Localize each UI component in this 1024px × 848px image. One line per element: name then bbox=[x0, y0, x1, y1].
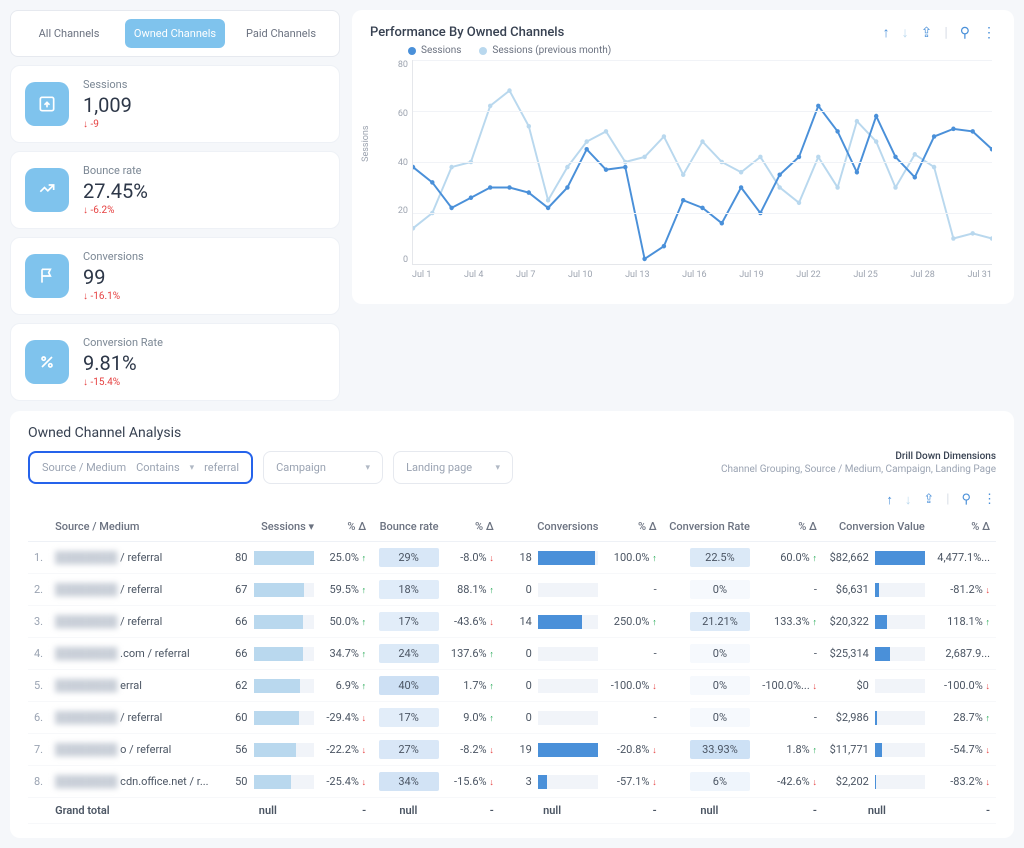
chevron-down-icon: ▾ bbox=[496, 463, 501, 473]
metric-conversion-rate[interactable]: Conversion Rate 9.81% ↓ -15.4% bbox=[10, 323, 340, 401]
filter-icon[interactable]: ⚲ bbox=[961, 492, 971, 508]
table-row[interactable]: 1. ████████ / referral 80 25.0% ↑ 29% -8… bbox=[28, 542, 996, 574]
tab-all-channels[interactable]: All Channels bbox=[19, 19, 119, 48]
table-row[interactable]: 3. ████████ / referral 66 50.0% ↑ 17% -4… bbox=[28, 606, 996, 638]
bounce-label: Bounce rate bbox=[83, 164, 148, 177]
col-source[interactable]: Source / Medium bbox=[49, 512, 215, 542]
table-actions: ↑ ↓ ⇪ | ⚲ ⋮ bbox=[28, 492, 996, 508]
col-delta3[interactable]: % Δ bbox=[604, 512, 662, 542]
export-icon[interactable]: ⇪ bbox=[923, 492, 934, 508]
sort-asc-icon[interactable]: ↑ bbox=[886, 492, 893, 508]
chart-legend: Sessions Sessions (previous month) bbox=[408, 45, 996, 56]
drill-down-info: Drill Down Dimensions Channel Grouping, … bbox=[721, 451, 996, 475]
channel-tabs: All Channels Owned Channels Paid Channel… bbox=[10, 10, 340, 57]
more-icon[interactable]: ⋮ bbox=[983, 492, 996, 508]
table-header-row: Source / Medium Sessions ▾ % Δ Bounce ra… bbox=[28, 512, 996, 542]
col-sessions[interactable]: Sessions ▾ bbox=[216, 512, 321, 542]
bounce-delta: ↓ -6.2% bbox=[83, 205, 148, 216]
filter-campaign[interactable]: Campaign▾ bbox=[263, 451, 383, 484]
chart-actions: ↑ ↓ ⇪ | ⚲ ⋮ bbox=[883, 24, 996, 41]
table-row[interactable]: 2. ████████ / referral 67 59.5% ↑ 18% 88… bbox=[28, 574, 996, 606]
conv-label: Conversions bbox=[83, 250, 144, 263]
analysis-table: Source / Medium Sessions ▾ % Δ Bounce ra… bbox=[28, 512, 996, 824]
table-row[interactable]: 5. ████████ erral 62 6.9% ↑ 40% 1.7% ↑ 0… bbox=[28, 670, 996, 702]
rate-delta: ↓ -15.4% bbox=[83, 377, 163, 388]
metric-conversions[interactable]: Conversions 99 ↓ -16.1% bbox=[10, 237, 340, 315]
filter-icon[interactable]: ⚲ bbox=[960, 25, 970, 41]
sort-asc-icon[interactable]: ↑ bbox=[883, 24, 890, 41]
percent-icon bbox=[25, 340, 69, 384]
metric-sessions[interactable]: Sessions 1,009 ↓ -9 bbox=[10, 65, 340, 143]
rate-value: 9.81% bbox=[83, 351, 163, 375]
conv-delta: ↓ -16.1% bbox=[83, 291, 144, 302]
tab-paid-channels[interactable]: Paid Channels bbox=[231, 19, 331, 48]
performance-chart-card: Performance By Owned Channels ↑ ↓ ⇪ | ⚲ … bbox=[352, 10, 1014, 304]
col-delta4[interactable]: % Δ bbox=[756, 512, 823, 542]
grand-total-row: Grand total null - null - null - null - … bbox=[28, 798, 996, 824]
filter-landing-page[interactable]: Landing page▾ bbox=[393, 451, 513, 484]
tab-owned-channels[interactable]: Owned Channels bbox=[125, 19, 225, 48]
table-row[interactable]: 7. ████████ o / referral 56 -22.2% ↓ 27%… bbox=[28, 734, 996, 766]
rate-label: Conversion Rate bbox=[83, 336, 163, 349]
bounce-value: 27.45% bbox=[83, 179, 148, 203]
col-delta2[interactable]: % Δ bbox=[445, 512, 500, 542]
table-row[interactable]: 4. ████████ .com / referral 66 34.7% ↑ 2… bbox=[28, 638, 996, 670]
table-row[interactable]: 8. ████████ cdn.office.net / r... 50 -25… bbox=[28, 766, 996, 798]
sessions-delta: ↓ -9 bbox=[83, 119, 132, 130]
owned-channel-analysis: Owned Channel Analysis Source / Medium C… bbox=[10, 411, 1014, 838]
col-delta1[interactable]: % Δ bbox=[320, 512, 372, 542]
chevron-down-icon: ▾ bbox=[190, 463, 195, 473]
sessions-value: 1,009 bbox=[83, 93, 132, 117]
col-delta5[interactable]: % Δ bbox=[931, 512, 996, 542]
chevron-down-icon: ▾ bbox=[366, 463, 371, 473]
table-row[interactable]: 6. ████████ / referral 60 -29.4% ↓ 17% 9… bbox=[28, 702, 996, 734]
more-icon[interactable]: ⋮ bbox=[982, 25, 996, 41]
sessions-label: Sessions bbox=[83, 78, 132, 91]
sessions-icon bbox=[25, 82, 69, 126]
flag-icon bbox=[25, 254, 69, 298]
col-bounce[interactable]: Bounce rate bbox=[372, 512, 444, 542]
bounce-icon bbox=[25, 168, 69, 212]
y-axis: 806040200 bbox=[390, 60, 408, 265]
export-icon[interactable]: ⇪ bbox=[921, 25, 933, 41]
y-axis-label: Sessions bbox=[361, 125, 371, 161]
filter-source-medium[interactable]: Source / Medium Contains ▾ referral bbox=[28, 451, 253, 484]
col-rate[interactable]: Conversion Rate bbox=[663, 512, 756, 542]
chart-area: Sessions 806040200 Jul 1Jul 4Jul 7Jul 10… bbox=[370, 60, 996, 290]
x-axis: Jul 1Jul 4Jul 7Jul 10Jul 13Jul 16Jul 19J… bbox=[412, 270, 992, 290]
analysis-title: Owned Channel Analysis bbox=[28, 425, 996, 441]
sort-desc-icon[interactable]: ↓ bbox=[905, 492, 912, 508]
sort-desc-icon[interactable]: ↓ bbox=[902, 24, 909, 41]
chart-title: Performance By Owned Channels bbox=[370, 25, 564, 40]
conv-value: 99 bbox=[83, 265, 144, 289]
col-conversions[interactable]: Conversions bbox=[500, 512, 605, 542]
col-value[interactable]: Conversion Value bbox=[823, 512, 931, 542]
metric-bounce[interactable]: Bounce rate 27.45% ↓ -6.2% bbox=[10, 151, 340, 229]
